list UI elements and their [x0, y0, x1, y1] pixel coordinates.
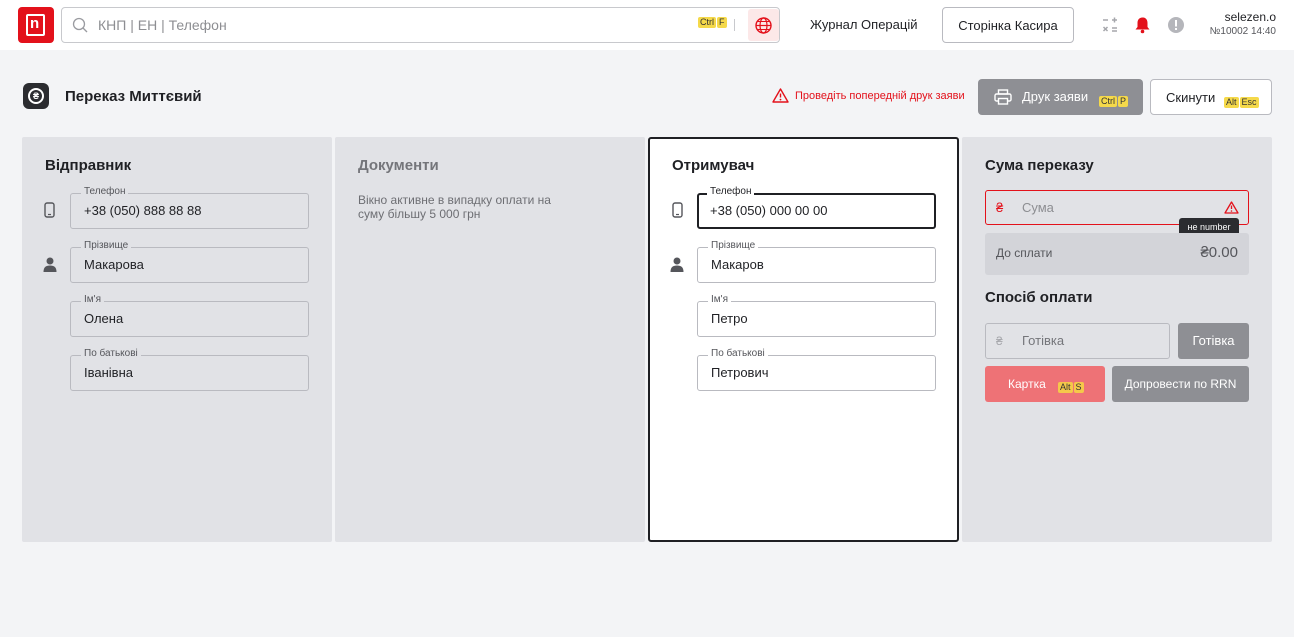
field-value: +38 (050) 888 88 88	[84, 203, 202, 218]
card-shortcut: Alt S	[1058, 379, 1085, 393]
sender-surname-field[interactable]: Прізвище Макарова	[70, 240, 309, 283]
person-icon	[43, 257, 57, 272]
user-name[interactable]: selezen.o	[1225, 10, 1276, 24]
documents-title: Документи	[358, 157, 439, 174]
field-value: Петрович	[711, 365, 769, 380]
cash-input[interactable]: ₴ Готівка	[985, 323, 1170, 359]
reset-shortcut: Alt Esc	[1224, 93, 1260, 108]
reset-button[interactable]: Скинути Alt Esc	[1150, 79, 1272, 115]
documents-panel: Документи Вікно активне в випадку оплати…	[335, 137, 645, 542]
cash-button[interactable]: Готівка	[1178, 323, 1249, 359]
cashier-page-button[interactable]: Сторінка Касира	[942, 7, 1074, 43]
field-label: Телефон	[81, 186, 129, 198]
recipient-title: Отримувач	[672, 157, 755, 174]
warning-icon	[772, 88, 789, 103]
field-label: Прізвище	[708, 240, 759, 252]
print-application-button[interactable]: Друк заяви Ctrl P	[978, 79, 1143, 115]
payment-method-title: Спосіб оплати	[985, 289, 1093, 306]
phone-icon	[672, 202, 683, 218]
sender-name-field[interactable]: Ім'я Олена	[70, 294, 309, 337]
card-button-label: Картка	[1008, 377, 1046, 391]
kbd-p: P	[1118, 96, 1129, 107]
field-label: Ім'я	[708, 294, 731, 306]
field-label: По батькові	[81, 348, 141, 360]
cash-placeholder: Готівка	[1022, 333, 1065, 348]
kbd-f: F	[717, 17, 727, 28]
kbd-esc: Esc	[1239, 97, 1259, 108]
to-pay-value: ₴0.00	[1200, 244, 1238, 261]
field-label: Ім'я	[81, 294, 104, 306]
field-value: Іванівна	[84, 365, 133, 380]
sum-title: Сума переказу	[985, 157, 1094, 174]
print-button-label: Друк заяви	[1022, 89, 1089, 104]
field-label: Телефон	[707, 186, 755, 198]
kbd-alt: Alt	[1224, 97, 1239, 108]
transfer-sum-panel: Сума переказу ₴ Сума не number До сплати…	[962, 137, 1272, 542]
field-label: По батькові	[708, 348, 768, 360]
documents-note: Вікно активне в випадку оплати на суму б…	[358, 193, 551, 221]
kbd-ctrl: Ctrl	[1099, 96, 1117, 107]
card-button[interactable]: Картка Alt S	[985, 366, 1105, 402]
warning-text: Проведіть попередній друк заяви	[795, 89, 965, 102]
search-shortcut: Ctrl F	[698, 12, 728, 30]
search-icon	[72, 17, 88, 33]
warning-icon	[1224, 201, 1239, 214]
field-value: +38 (050) 000 00 00	[710, 203, 828, 218]
phone-icon	[44, 202, 55, 218]
search-divider	[734, 19, 735, 31]
hryvnia-symbol: ₴	[28, 88, 44, 104]
app-logo[interactable]: n	[18, 7, 54, 43]
page-title: Переказ Миттєвий	[65, 88, 202, 105]
operations-journal-link[interactable]: Журнал Операцій	[810, 17, 918, 32]
sender-panel: Відправник Телефон +38 (050) 888 88 88 П…	[22, 137, 332, 542]
bell-icon[interactable]	[1134, 16, 1151, 34]
kbd-alt: Alt	[1058, 382, 1073, 393]
logo-letter: n	[30, 15, 40, 32]
to-pay-box: До сплати ₴0.00	[985, 233, 1249, 275]
search-box[interactable]: CtrlF	[61, 7, 780, 43]
globe-icon	[755, 17, 772, 34]
sender-patronymic-field[interactable]: По батькові Іванівна	[70, 348, 309, 391]
reset-button-label: Скинути	[1166, 90, 1216, 105]
top-bar: n CtrlF Журнал Операцій Сторінка Касира	[0, 0, 1294, 50]
field-value: Петро	[711, 311, 748, 326]
alert-icon[interactable]	[1167, 16, 1185, 34]
sender-title: Відправник	[45, 157, 132, 174]
user-meta: №10002 14:40	[1209, 26, 1276, 37]
sum-placeholder: Сума	[1022, 200, 1054, 215]
field-value: Макаров	[711, 257, 764, 272]
sender-phone-field[interactable]: Телефон +38 (050) 888 88 88	[70, 186, 309, 229]
calculator-icon[interactable]	[1101, 16, 1119, 34]
kbd-ctrl: Ctrl	[698, 17, 716, 28]
recipient-name-field[interactable]: Ім'я Петро	[697, 294, 936, 337]
hryvnia-icon: ₴	[996, 200, 1004, 215]
field-value: Макарова	[84, 257, 144, 272]
field-value: Олена	[84, 311, 124, 326]
search-input[interactable]	[98, 14, 688, 36]
hryvnia-icon: ₴	[996, 334, 1003, 348]
printer-icon	[994, 89, 1012, 105]
to-pay-label: До сплати	[996, 246, 1053, 260]
recipient-patronymic-field[interactable]: По батькові Петрович	[697, 348, 936, 391]
print-shortcut: Ctrl P	[1099, 92, 1129, 107]
person-icon	[670, 257, 684, 272]
print-warning: Проведіть попередній друк заяви	[772, 88, 965, 103]
rrn-button[interactable]: Допровести по RRN	[1112, 366, 1249, 402]
recipient-panel: Отримувач Телефон +38 (050) 000 00 00 Пр…	[648, 137, 959, 542]
kbd-s: S	[1073, 382, 1084, 393]
field-label: Прізвище	[81, 240, 132, 252]
recipient-phone-field[interactable]: Телефон +38 (050) 000 00 00	[697, 186, 936, 229]
recipient-surname-field[interactable]: Прізвище Макаров	[697, 240, 936, 283]
transfer-icon: ₴	[23, 83, 49, 109]
global-search-button[interactable]	[748, 9, 779, 41]
